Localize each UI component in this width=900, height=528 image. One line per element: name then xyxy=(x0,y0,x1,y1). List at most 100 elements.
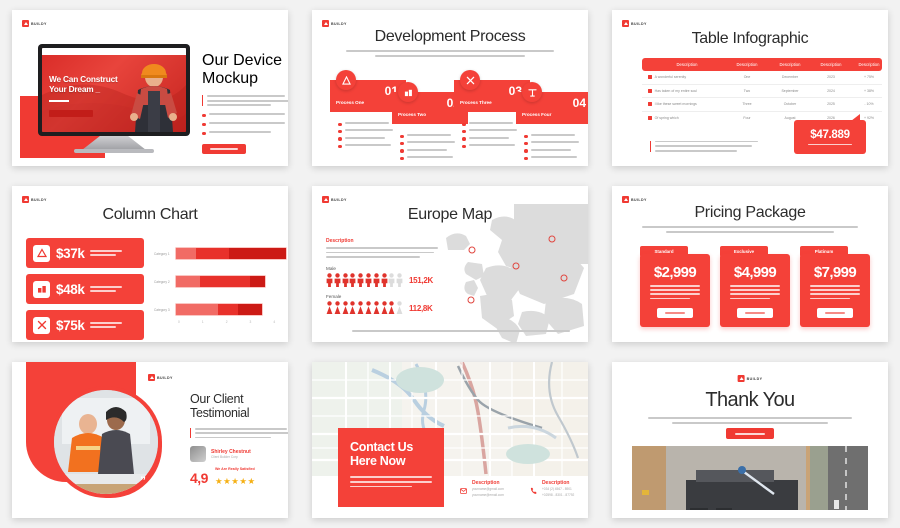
page-title: Column Chart xyxy=(12,206,288,224)
map-footnote xyxy=(352,330,570,332)
slide-europe-map[interactable]: BUILDY Europe Map Description xyxy=(312,186,588,342)
triangle-logo-icon xyxy=(322,20,329,27)
slide-contact-us[interactable]: Contact Us Here Now Description yourname… xyxy=(312,362,588,518)
brand-logo: BUILDY xyxy=(22,196,47,203)
brand-logo: BUILDY xyxy=(622,196,647,203)
browser-topbar xyxy=(42,48,186,55)
stat-desc xyxy=(90,286,124,292)
stat-desc xyxy=(90,250,124,256)
x-tick: 3 xyxy=(250,320,252,324)
testimonial-content: Our Client Testimonial Shirley Chestnut … xyxy=(190,392,288,489)
brand-name: BUILDY xyxy=(331,22,347,26)
brand-logo: BUILDY xyxy=(148,374,173,381)
highlight-callout: $47.889 xyxy=(794,120,866,154)
worker-photo xyxy=(128,60,180,132)
contact-panel: Contact Us Here Now xyxy=(338,428,444,507)
bullet-icon xyxy=(202,123,206,127)
slide-pricing-package[interactable]: BUILDY Pricing Package Standard $2,999 E… xyxy=(612,186,888,342)
callout-amount: $47.889 xyxy=(810,129,849,141)
brand-name: BUILDY xyxy=(331,198,347,202)
contact-value: +02598 - 8301 - 87792 xyxy=(542,492,574,498)
plan-card-exclusive[interactable]: $4,999 xyxy=(720,254,790,327)
plan-desc xyxy=(810,285,860,299)
plan-cta-button[interactable] xyxy=(737,308,773,318)
stat-card-3[interactable]: $75k xyxy=(26,310,144,340)
triangle-logo-icon xyxy=(148,374,155,381)
stat-group-female: Female 112,8K xyxy=(326,294,438,315)
triangle-logo-icon xyxy=(22,196,29,203)
bullet-icon xyxy=(202,114,206,118)
table-row[interactable]: I like these sweet mornings ThreeOctober… xyxy=(642,98,882,112)
stat-value: 112,8K xyxy=(409,304,433,313)
stat-card-2[interactable]: $48k xyxy=(26,274,144,304)
page-title: Our Client Testimonial xyxy=(190,392,288,421)
process-ribbons: 01 Process One 02 Process Two 03 Process… xyxy=(330,72,588,122)
slide-column-chart[interactable]: BUILDY Column Chart $37k $48k xyxy=(12,186,288,342)
stacked-bar xyxy=(176,304,262,315)
satisfaction-label: We Are Really Satisfied xyxy=(215,467,256,471)
slide-cell-1[interactable]: BUILDY We Can Construct Your Dream _ xyxy=(0,0,300,176)
contact-body-text xyxy=(350,476,434,487)
slide-cell-5[interactable]: BUILDY Europe Map Description xyxy=(300,176,600,352)
table-row[interactable]: Has taken of my entire soul TwoSeptember… xyxy=(642,85,882,99)
page-title: Development Process xyxy=(312,28,588,46)
stat-group-male: Male 151,2K xyxy=(326,266,438,287)
building-icon xyxy=(398,82,418,102)
slide-cell-4[interactable]: BUILDY Column Chart $37k $48k xyxy=(0,176,300,352)
quote-mark-icon: ” xyxy=(140,474,146,488)
triangle-logo-icon xyxy=(322,196,329,203)
triangle-logo-icon xyxy=(22,20,29,27)
table-header-row: Description Description Description Desc… xyxy=(642,58,882,71)
row-marker-icon xyxy=(648,116,652,120)
page-title: Table Infographic xyxy=(612,30,888,48)
plan-card-platinum[interactable]: $7,999 xyxy=(800,254,870,327)
slide-cell-6[interactable]: BUILDY Pricing Package Standard $2,999 E… xyxy=(600,176,900,352)
stat-value: 151,2K xyxy=(409,276,433,285)
column-header: Description xyxy=(850,62,888,67)
slide-cell-7[interactable]: ” BUILDY Our Client Testimonial Shirley … xyxy=(0,352,300,528)
pictogram-row: 112,8K xyxy=(326,301,438,315)
stat-card-1[interactable]: $37k xyxy=(26,238,144,268)
stat-label: Female xyxy=(326,294,438,299)
description-label: Description xyxy=(326,238,438,244)
bullet-icon xyxy=(202,132,206,136)
slide-table-infographic[interactable]: BUILDY Table Infographic Description Des… xyxy=(612,10,888,166)
plan-card-standard[interactable]: $2,999 xyxy=(640,254,710,327)
brand-name: BUILDY xyxy=(31,198,47,202)
x-tick: 4 xyxy=(273,320,275,324)
page-title: Europe Map xyxy=(312,206,588,224)
plan-price: $7,999 xyxy=(814,264,856,281)
page-subtitle xyxy=(346,50,554,57)
crane-icon xyxy=(522,82,542,102)
x-tick: 1 xyxy=(202,320,204,324)
plan-cta-button[interactable] xyxy=(817,308,853,318)
slide-1-content: Our Device Mockup xyxy=(202,52,288,154)
slide-cell-9[interactable]: BUILDY Thank You xyxy=(600,352,900,528)
column-header: Description xyxy=(648,62,726,67)
feature-list xyxy=(202,113,288,135)
triangle-logo-icon xyxy=(738,375,745,382)
contact-phone[interactable]: Description +034 (2) 4567 - 8901 +02598 … xyxy=(530,480,574,499)
slide-device-mockup[interactable]: BUILDY We Can Construct Your Dream _ xyxy=(12,10,288,166)
page-title: Our Device Mockup xyxy=(202,52,288,88)
slide-thank-you[interactable]: BUILDY Thank You xyxy=(612,362,888,518)
slide-client-testimonial[interactable]: ” BUILDY Our Client Testimonial Shirley … xyxy=(12,362,288,518)
slide-cell-2[interactable]: BUILDY Development Process 01 Process On… xyxy=(300,0,600,176)
contact-value: yourname@email.com xyxy=(472,492,504,498)
table-row[interactable]: A wonderful serenity OneDecember 2023+ 7… xyxy=(642,71,882,85)
chart-bar-row-3: Category 3 xyxy=(154,304,262,315)
brand-name: BUILDY xyxy=(157,376,173,380)
read-more-button[interactable] xyxy=(726,428,774,439)
contact-details: Description yourname@gmail.com yourname@… xyxy=(460,480,574,499)
triangle-logo-icon xyxy=(622,20,629,27)
screen-cta-button[interactable] xyxy=(49,110,93,117)
contact-email[interactable]: Description yourname@gmail.com yourname@… xyxy=(460,480,504,499)
slide-cell-8[interactable]: Contact Us Here Now Description yourname… xyxy=(300,352,600,528)
rating-score: 4,9 xyxy=(190,470,208,486)
slide-cell-3[interactable]: BUILDY Table Infographic Description Des… xyxy=(600,0,900,176)
plan-cta-button[interactable] xyxy=(657,308,693,318)
page-subtitle xyxy=(648,417,852,424)
x-tick: 2 xyxy=(226,320,228,324)
slide-development-process[interactable]: BUILDY Development Process 01 Process On… xyxy=(312,10,588,166)
read-more-button[interactable] xyxy=(202,144,246,154)
